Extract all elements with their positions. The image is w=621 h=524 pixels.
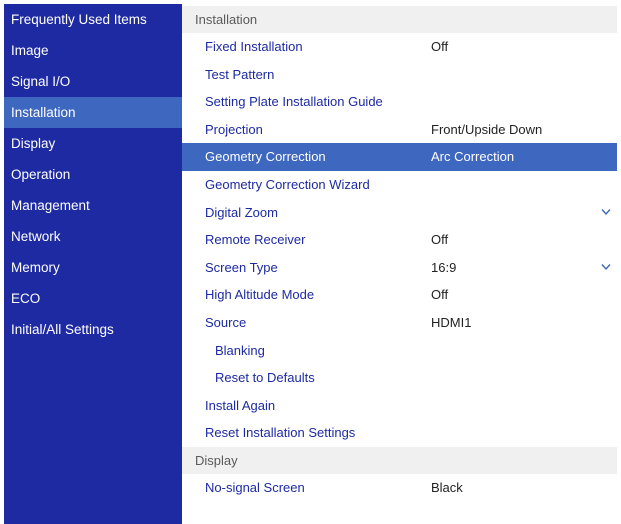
sidebar-item-installation[interactable]: Installation [4, 97, 182, 128]
setting-label: Geometry Correction [205, 149, 326, 165]
setting-label: Screen Type [205, 259, 278, 275]
sidebar-item-display[interactable]: Display [4, 128, 182, 159]
setting-value: Black [431, 479, 463, 495]
setting-row-reset-installation-settings[interactable]: Reset Installation Settings [182, 419, 617, 447]
setting-row-blanking[interactable]: Blanking [182, 337, 617, 365]
setting-value: Off [431, 232, 449, 248]
setting-label: Projection [205, 121, 263, 137]
sidebar-item-signal-io[interactable]: Signal I/O [4, 66, 182, 97]
setting-label: Fixed Installation [205, 39, 303, 54]
setting-value: 16:9 [431, 259, 457, 275]
sidebar-item-eco[interactable]: ECO [4, 283, 182, 314]
setting-row-setting-plate-installation-guide[interactable]: Setting Plate Installation Guide [182, 88, 617, 116]
setting-row-source[interactable]: Source HDMI1 [182, 309, 617, 337]
setting-label: Setting Plate Installation Guide [205, 94, 383, 110]
setting-value: HDMI1 [431, 314, 472, 330]
sidebar-menu: Frequently Used Items Image Signal I/O I… [4, 4, 182, 524]
setting-value: Arc Correction [431, 149, 515, 165]
section-header-installation: Installation [182, 6, 617, 33]
setting-row-geometry-correction[interactable]: Geometry Correction Arc Correction [182, 143, 617, 171]
sidebar-item-initial-all-settings[interactable]: Initial/All Settings [4, 314, 182, 345]
setting-value: Off [431, 39, 449, 54]
setting-label: Remote Receiver [205, 232, 306, 248]
chevron-down-icon[interactable] [601, 263, 611, 271]
setting-label: Source [205, 314, 247, 330]
setting-row-digital-zoom[interactable]: Digital Zoom [182, 199, 617, 227]
chevron-down-icon[interactable] [601, 208, 611, 216]
setting-row-reset-to-defaults[interactable]: Reset to Defaults [182, 364, 617, 392]
setting-label: High Altitude Mode [205, 287, 315, 303]
sidebar-item-management[interactable]: Management [4, 190, 182, 221]
sidebar-item-image[interactable]: Image [4, 35, 182, 66]
setting-row-test-pattern[interactable]: Test Pattern [182, 61, 617, 89]
sidebar-item-frequently-used-items[interactable]: Frequently Used Items [4, 4, 182, 35]
setting-label: Blanking [215, 342, 265, 358]
setting-row-projection[interactable]: Projection Front/Upside Down [182, 116, 617, 144]
setting-label: Geometry Correction Wizard [205, 176, 370, 192]
setting-row-no-signal-screen[interactable]: No-signal Screen Black [182, 474, 617, 502]
section-header-display: Display [182, 446, 617, 474]
setting-row-install-again[interactable]: Install Again [182, 392, 617, 420]
setting-row-high-altitude-mode[interactable]: High Altitude Mode Off [182, 281, 617, 309]
sidebar-item-operation[interactable]: Operation [4, 159, 182, 190]
setting-label: Install Again [205, 397, 276, 413]
projector-menu-screen: Frequently Used Items Image Signal I/O I… [4, 4, 617, 524]
setting-row-screen-type[interactable]: Screen Type 16:9 [182, 254, 617, 282]
settings-panel: Installation Fixed Installation Off Test… [182, 4, 617, 524]
setting-label: Digital Zoom [205, 204, 278, 220]
setting-value: Front/Upside Down [431, 121, 543, 137]
sidebar-item-network[interactable]: Network [4, 221, 182, 252]
setting-row-remote-receiver[interactable]: Remote Receiver Off [182, 226, 617, 254]
setting-label: Test Pattern [205, 66, 275, 82]
setting-label: Reset to Defaults [215, 370, 315, 386]
setting-row-fixed-installation[interactable]: Fixed Installation Off [182, 33, 617, 61]
setting-label: Reset Installation Settings [205, 425, 356, 441]
setting-label: No-signal Screen [205, 479, 305, 495]
sidebar-item-memory[interactable]: Memory [4, 252, 182, 283]
setting-value: Off [431, 287, 449, 303]
setting-row-geometry-correction-wizard[interactable]: Geometry Correction Wizard [182, 171, 617, 199]
